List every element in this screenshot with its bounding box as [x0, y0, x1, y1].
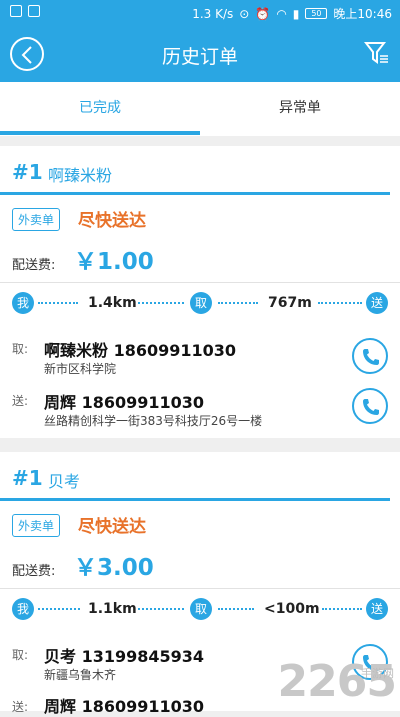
tab-abnormal[interactable]: 异常单: [200, 82, 400, 136]
watermark-logo: 2265: [277, 656, 397, 707]
header-underline: [0, 498, 390, 501]
app-header: 历史订单: [0, 26, 400, 82]
image-icon: [28, 5, 40, 17]
call-pickup-button[interactable]: [352, 338, 388, 374]
alarm-icon: ⏰: [255, 6, 271, 21]
me-marker: 我: [12, 598, 34, 620]
order-type-badge: 外卖单: [12, 514, 61, 537]
route-dots: [138, 608, 184, 610]
watermark-subtext: 手游网: [361, 667, 394, 680]
route-bar: 我 1.4km 取 767m 送: [0, 292, 400, 320]
shop-name: 啊臻米粉: [48, 166, 113, 185]
card-gap: [0, 438, 400, 452]
call-dropoff-button[interactable]: [352, 388, 388, 424]
pickup-marker: 取: [190, 292, 212, 314]
delivery-fee: ￥1.00: [74, 249, 154, 275]
phone-icon: [363, 349, 379, 365]
order-card[interactable]: #1 啊臻米粉 外卖单 尽快送达 配送费: ￥1.00 我 1.4km 取 76…: [0, 146, 400, 438]
delivery-fee: ￥3.00: [74, 555, 154, 581]
tab-completed[interactable]: 已完成: [0, 82, 200, 136]
dropoff-marker: 送: [366, 292, 388, 314]
distance-to-pickup: 1.1km: [88, 601, 137, 617]
pickup-contact: 啊臻米粉 18609911030: [44, 341, 237, 360]
dropoff-label: 送:: [12, 700, 29, 714]
shop-name: 贝考: [48, 472, 81, 491]
page-title: 历史订单: [161, 46, 238, 68]
filter-icon: [363, 42, 388, 64]
notification-icon: [10, 5, 22, 17]
location-icon: ⊙: [239, 6, 250, 21]
wifi-icon: ◠: [276, 6, 287, 21]
divider: [0, 282, 400, 283]
pickup-label: 取:: [12, 648, 29, 662]
distance-to-dropoff: 767m: [268, 295, 312, 311]
pickup-marker: 取: [190, 598, 212, 620]
route-dots: [218, 302, 258, 304]
signal-icon: ▮: [292, 6, 300, 21]
order-header: #1 贝考: [0, 452, 400, 501]
status-bar: 1.3 K/s ⊙ ⏰ ◠ ▮ 50 晚上10:46: [0, 0, 400, 26]
dropoff-address: 丝路精创科学一街383号科技厅26号一楼: [44, 414, 263, 428]
header-underline: [0, 192, 390, 195]
order-number: #1: [12, 466, 43, 490]
route-dots: [38, 608, 80, 610]
route-dots: [138, 302, 184, 304]
pickup-contact: 贝考 13199845934: [44, 647, 205, 666]
pickup-address: 新疆乌鲁木齐: [44, 668, 117, 682]
route-dots: [322, 608, 362, 610]
phone-icon: [363, 399, 379, 415]
route-dots: [218, 608, 254, 610]
distance-to-pickup: 1.4km: [88, 295, 137, 311]
dropoff-marker: 送: [366, 598, 388, 620]
order-type-badge: 外卖单: [12, 208, 61, 231]
dropoff-label: 送:: [12, 394, 29, 408]
route-bar: 我 1.1km 取 <100m 送: [0, 598, 400, 626]
tab-indicator: [0, 131, 200, 135]
delivery-time: 尽快送达: [78, 517, 146, 537]
order-header: #1 啊臻米粉: [0, 146, 400, 195]
me-marker: 我: [12, 292, 34, 314]
route-dots: [318, 302, 362, 304]
dropoff-contact: 周辉 18609911030: [44, 697, 205, 716]
dropoff-contact: 周辉 18609911030: [44, 393, 205, 412]
fee-label: 配送费:: [12, 564, 56, 579]
filter-button[interactable]: [363, 40, 390, 70]
divider: [0, 588, 400, 589]
pickup-label: 取:: [12, 342, 29, 356]
distance-to-dropoff: <100m: [264, 601, 320, 617]
fee-label: 配送费:: [12, 258, 56, 273]
order-number: #1: [12, 160, 43, 184]
network-speed: 1.3 K/s: [192, 6, 234, 21]
clock: 晚上10:46: [333, 7, 392, 21]
delivery-time: 尽快送达: [78, 211, 146, 231]
order-tabs: 已完成 异常单: [0, 82, 400, 136]
battery-icon: 50: [305, 8, 328, 19]
pickup-address: 新市区科学院: [44, 362, 117, 376]
route-dots: [38, 302, 78, 304]
